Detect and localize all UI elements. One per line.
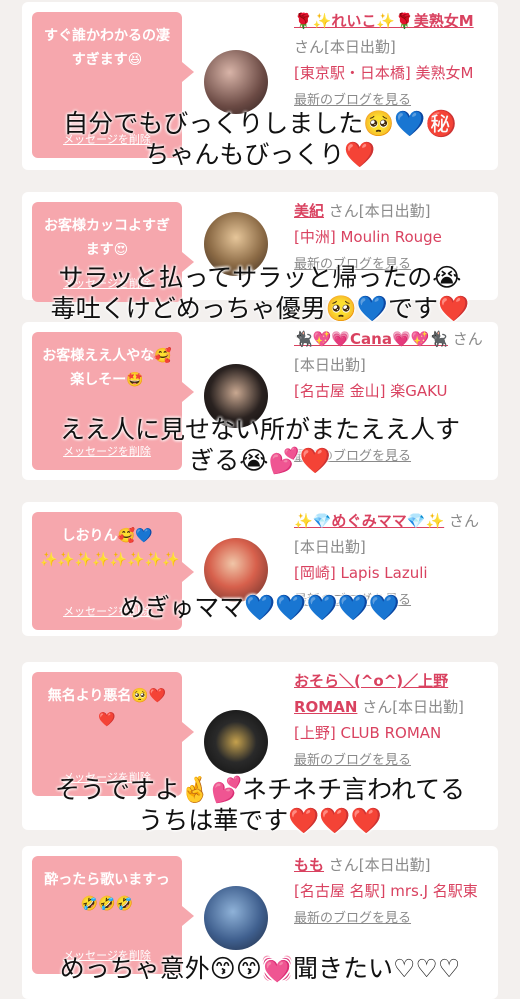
caption-line: 毒吐くけどめっちゃ優男🥺💙です❤️ [50,294,470,323]
caption-line: めっちゃ意外😙😙💓聞きたい♡♡♡ [59,954,461,983]
message-text: お客様カッコよすぎます😍 [44,218,170,258]
caption-line: 自分でもびっくりしました🥺💙㊙️ [63,109,457,138]
message-text: 無名より悪名🥺❤️❤️ [47,688,167,728]
caption-line: ぎる😭💕❤️ [189,446,331,475]
cast-status: さん[本日出勤] [328,202,431,220]
caption-line: そうですよ🤞💕ネチネチ言われてる [54,775,466,804]
latest-blog-link[interactable]: 最新のブログを見る [294,753,411,768]
latest-blog-link[interactable]: 最新のブログを見る [294,911,411,926]
cast-location: [名古屋 名駅] mrs.J 名駅東 [294,882,478,900]
cast-name-link[interactable]: ✨💎めぐみママ💎✨ [294,512,444,530]
caption-line: めぎゅママ💙💙💙💙💙 [120,593,400,622]
message-text: しおりん🥰💙✨✨✨✨✨✨✨✨ [40,528,180,568]
caption-line: ええ人に見せない所がまたええ人す [59,415,460,444]
cast-info: おそら＼(^o^)／上野ROMAN さん[本日出勤] [上野] CLUB ROM… [294,668,488,774]
caption-overlay: そうですよ🤞💕ネチネチ言われてる うちは華です❤️❤️❤️ [0,774,520,836]
caption-line: ちゃんもびっくり❤️ [144,140,376,169]
caption-overlay: めっちゃ意外😙😙💓聞きたい♡♡♡ [0,953,520,984]
cast-location: [上野] CLUB ROMAN [294,724,442,742]
latest-blog-link[interactable]: 最新のブログを見る [294,93,411,108]
cast-info: 🐈‍⬛💖💗Cana💗💖🐈‍⬛ さん[本日出勤] [名古屋 金山] 楽GAKU 最… [294,326,488,464]
message-text: お客様ええ人やな🥰楽しそー🤩 [42,348,172,388]
cast-status: さん[本日出勤] [362,698,464,716]
cast-info: 🌹✨れいこ✨🌹美熟女M さん[本日出勤] [東京駅・日本橋] 美熟女M 最新のブ… [294,8,488,114]
message-text: 酔ったら歌いますっ🤣🤣🤣 [44,872,170,912]
cast-name-link[interactable]: もも [294,856,324,874]
cast-name-link[interactable]: 美紀 [294,202,324,220]
avatar[interactable] [204,886,268,950]
avatar[interactable] [204,50,268,114]
cast-status: さん[本日出勤] [294,38,396,56]
cast-status: さん[本日出勤] [328,856,431,874]
caption-overlay: サラッと払ってサラッと帰ったの😭 毒吐くけどめっちゃ優男🥺💙です❤️ [0,262,520,324]
cast-location: [東京駅・日本橋] 美熟女M [294,64,474,82]
cast-name-link[interactable]: 🌹✨れいこ✨🌹美熟女M [294,12,474,30]
caption-overlay: めぎゅママ💙💙💙💙💙 [0,592,520,623]
avatar[interactable] [204,710,268,774]
message-text: すぐ誰かわかるの凄すぎます😆 [44,28,170,68]
cast-location: [中洲] Moulin Rouge [294,228,442,246]
caption-line: うちは華です❤️❤️❤️ [138,806,382,835]
caption-line: サラッと払ってサラッと帰ったの😭 [58,263,462,292]
cast-location: [名古屋 金山] 楽GAKU [294,382,448,400]
cast-info: もも さん[本日出勤] [名古屋 名駅] mrs.J 名駅東 最新のブログを見る [294,852,488,932]
caption-overlay: 自分でもびっくりしました🥺💙㊙️ ちゃんもびっくり❤️ [0,108,520,170]
caption-overlay: ええ人に見せない所がまたええ人す ぎる😭💕❤️ [0,414,520,476]
cast-location: [岡崎] Lapis Lazuli [294,564,428,582]
cast-name-link[interactable]: 🐈‍⬛💖💗Cana💗💖🐈‍⬛ [294,330,448,348]
